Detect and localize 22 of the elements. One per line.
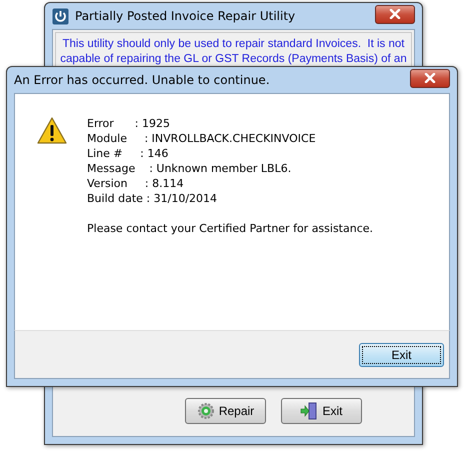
close-button[interactable] [410,68,450,88]
exit-button[interactable]: Exit [281,398,362,424]
window-title: Partially Posted Invoice Repair Utility [75,9,296,23]
close-icon [388,9,402,19]
error-detail: Line # : 146 [87,146,170,161]
error-detail: Error : 1925 [87,116,171,131]
gear-icon [196,402,215,420]
error-detail: Version : 8.114 [87,176,185,191]
close-button[interactable] [375,4,415,24]
repair-button[interactable]: Repair [185,398,266,424]
exit-button[interactable]: Exit [359,342,444,366]
warning-icon [36,116,68,146]
dialog-title: An Error has occurred. Unable to continue. [14,73,271,87]
close-icon [423,73,437,83]
notice-text: This utility should only be used to repair standard Invoices. It is not [62,37,404,52]
error-detail: Module : INVROLLBACK.CHECKINVOICE [87,131,317,146]
error-detail: Message : Unknown member LBL6. [87,161,292,176]
exit-door-icon [300,402,318,420]
power-icon [52,8,69,24]
notice-text: capable of repairing the GL or GST Records (Payments Basis) of an [60,52,407,67]
error-detail: Build date : 31/10/2014 [87,191,218,206]
error-message: Please contact your Certified Partner for assistance. [87,221,374,236]
